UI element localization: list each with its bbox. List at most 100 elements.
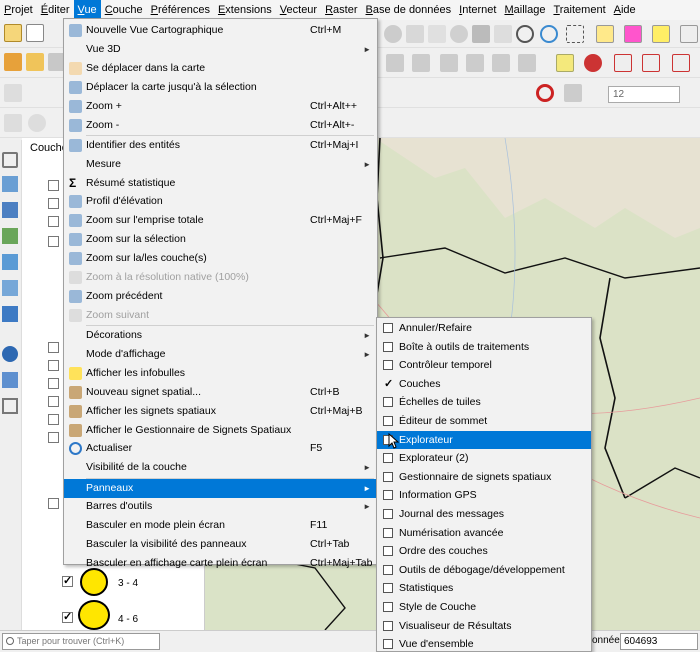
menu-item-16[interactable]: Zoom précédent — [64, 287, 377, 306]
menu-item-14[interactable]: Zoom sur la/les couche(s) — [64, 249, 377, 268]
menu-item-11[interactable]: Profil d'élévation — [64, 192, 377, 211]
menu-item-31[interactable]: Basculer la visibilité des panneaux Ctrl+… — [64, 535, 377, 554]
layout-icon[interactable] — [428, 25, 446, 43]
digitize-icon[interactable] — [4, 53, 22, 71]
panel-checkbox[interactable] — [383, 360, 393, 371]
deselect-icon[interactable] — [624, 25, 642, 43]
select-feature-icon[interactable] — [596, 25, 614, 43]
add-vector-icon[interactable] — [2, 152, 18, 168]
panel-checkbox[interactable] — [383, 397, 393, 408]
panel-checkbox[interactable] — [383, 453, 393, 464]
add-wfs-icon[interactable] — [2, 346, 18, 362]
snap-icon[interactable] — [564, 84, 582, 102]
menu-vue[interactable]: Vue — [73, 0, 101, 20]
panel-item-18[interactable]: Vue d'ensemble — [377, 635, 591, 652]
menu-item-25[interactable]: Actualiser F5 — [64, 439, 377, 458]
menu-vecteur[interactable]: Vecteur — [276, 0, 321, 20]
layer-checkbox[interactable] — [48, 342, 59, 353]
panel-checkbox[interactable] — [383, 546, 393, 557]
panel-item-16[interactable]: Style de Couche — [377, 598, 591, 617]
menu-item-22[interactable]: Nouveau signet spatial... Ctrl+B — [64, 383, 377, 402]
edit-icon[interactable] — [26, 53, 44, 71]
menu-item-8[interactable]: Identifier des entités Ctrl+Maj+I — [64, 136, 377, 155]
open-project-icon[interactable] — [4, 24, 22, 42]
layer-tool-icon[interactable] — [4, 114, 22, 132]
panel-item-2[interactable]: Boîte à outils de traitements — [377, 338, 591, 357]
menu-pr-f-rences[interactable]: Préférences — [147, 0, 214, 20]
panel-checkbox[interactable] — [383, 602, 393, 612]
panel-item-6[interactable]: Éditeur de sommet — [377, 412, 591, 431]
panel-item-9[interactable]: Gestionnaire de signets spatiaux — [377, 468, 591, 487]
menu--diter[interactable]: Éditer — [37, 0, 74, 20]
layer-checkbox[interactable] — [48, 396, 59, 407]
label-abc-icon[interactable] — [556, 54, 574, 72]
layer-checkbox[interactable] — [48, 432, 59, 443]
layer-checkbox[interactable] — [48, 378, 59, 389]
menu-item-26[interactable]: Visibilité de la couche ► — [64, 458, 377, 477]
menu-maillage[interactable]: Maillage — [500, 0, 549, 20]
new-project-icon[interactable] — [26, 24, 44, 42]
redo-icon[interactable] — [518, 54, 536, 72]
menu-item-4[interactable]: Déplacer la carte jusqu'à la sélection — [64, 78, 377, 97]
menu-item-13[interactable]: Zoom sur la sélection — [64, 230, 377, 249]
add-mesh-icon[interactable] — [2, 202, 18, 218]
panel-checkbox[interactable] — [383, 341, 393, 352]
menu-item-12[interactable]: Zoom sur l'emprise totale Ctrl+Maj+F — [64, 211, 377, 230]
panel-item-4[interactable]: ✓ Couches — [377, 375, 591, 394]
panel-checkbox[interactable] — [383, 639, 393, 650]
rotate-label-icon[interactable] — [672, 54, 690, 72]
panel-checkbox[interactable] — [383, 509, 393, 519]
menu-traitement[interactable]: Traitement — [549, 0, 609, 20]
menu-item-19[interactable]: Décorations ► — [64, 326, 377, 345]
show-hide-label-icon[interactable] — [614, 54, 632, 72]
panel-checkbox[interactable] — [383, 620, 393, 631]
pin-label-icon[interactable] — [584, 54, 602, 72]
panel-item-11[interactable]: Journal des messages — [377, 505, 591, 524]
print-layout-icon[interactable] — [406, 25, 424, 43]
clock-icon[interactable] — [516, 25, 534, 43]
menu-item-21[interactable]: Afficher les infobulles — [64, 364, 377, 383]
menu-item-3[interactable]: Se déplacer dans la carte — [64, 59, 377, 78]
panel-checkbox[interactable] — [383, 490, 393, 501]
add-spatialite-icon[interactable] — [2, 254, 18, 270]
menu-aide[interactable]: Aide — [610, 0, 640, 20]
menu-item-29[interactable]: Barres d'outils ► — [64, 497, 377, 516]
menu-base-de-donn-es[interactable]: Base de données — [362, 0, 456, 20]
menu-internet[interactable]: Internet — [455, 0, 500, 20]
add-virtual-layer-icon[interactable] — [2, 398, 18, 414]
panel-item-12[interactable]: Numérisation avancée — [377, 524, 591, 543]
panel-checkbox[interactable] — [383, 416, 393, 426]
panel-item-14[interactable]: Outils de débogage/développement — [377, 561, 591, 580]
locator-search-input[interactable]: Taper pour trouver (Ctrl+K) — [2, 633, 160, 650]
panel-item-8[interactable]: Explorateur (2) — [377, 449, 591, 468]
menu-item-24[interactable]: Afficher le Gestionnaire de Signets Spat… — [64, 421, 377, 440]
menu-raster[interactable]: Raster — [321, 0, 361, 20]
legend-checkbox-3-4[interactable] — [62, 574, 73, 587]
panel-checkbox[interactable] — [383, 471, 393, 482]
move-label-icon[interactable] — [642, 54, 660, 72]
menu-projet[interactable]: Projet — [0, 0, 37, 20]
magnet-icon[interactable] — [536, 84, 554, 102]
add-csv-icon[interactable] — [2, 228, 18, 244]
panel-item-5[interactable]: Échelles de tuiles — [377, 393, 591, 412]
menu-item-23[interactable]: Afficher les signets spatiaux Ctrl+Maj+B — [64, 402, 377, 421]
panel-item-13[interactable]: Ordre des couches — [377, 542, 591, 561]
layer-checkbox[interactable] — [48, 198, 59, 209]
layer-checkbox[interactable] — [48, 216, 59, 227]
add-postgis-icon[interactable] — [2, 280, 18, 296]
legend-checkbox-4-6[interactable] — [62, 610, 73, 623]
select-icon[interactable] — [450, 25, 468, 43]
coordinate-field[interactable]: 604693 6607633 — [620, 633, 698, 652]
layer-checkbox[interactable] — [48, 360, 59, 371]
panel-item-1[interactable]: Annuler/Refaire — [377, 319, 591, 338]
undo-icon[interactable] — [492, 54, 510, 72]
refresh-toolbar-icon[interactable] — [494, 25, 512, 43]
layer-checkbox[interactable] — [48, 180, 59, 191]
cut-icon[interactable] — [412, 54, 430, 72]
layer-checkbox[interactable] — [48, 414, 59, 425]
measure-icon[interactable] — [472, 25, 490, 43]
layer-checkbox[interactable] — [48, 236, 59, 247]
menu-extensions[interactable]: Extensions — [214, 0, 276, 20]
menu-item-9[interactable]: Mesure ► — [64, 155, 377, 174]
panel-item-7[interactable]: Explorateur — [377, 430, 591, 450]
